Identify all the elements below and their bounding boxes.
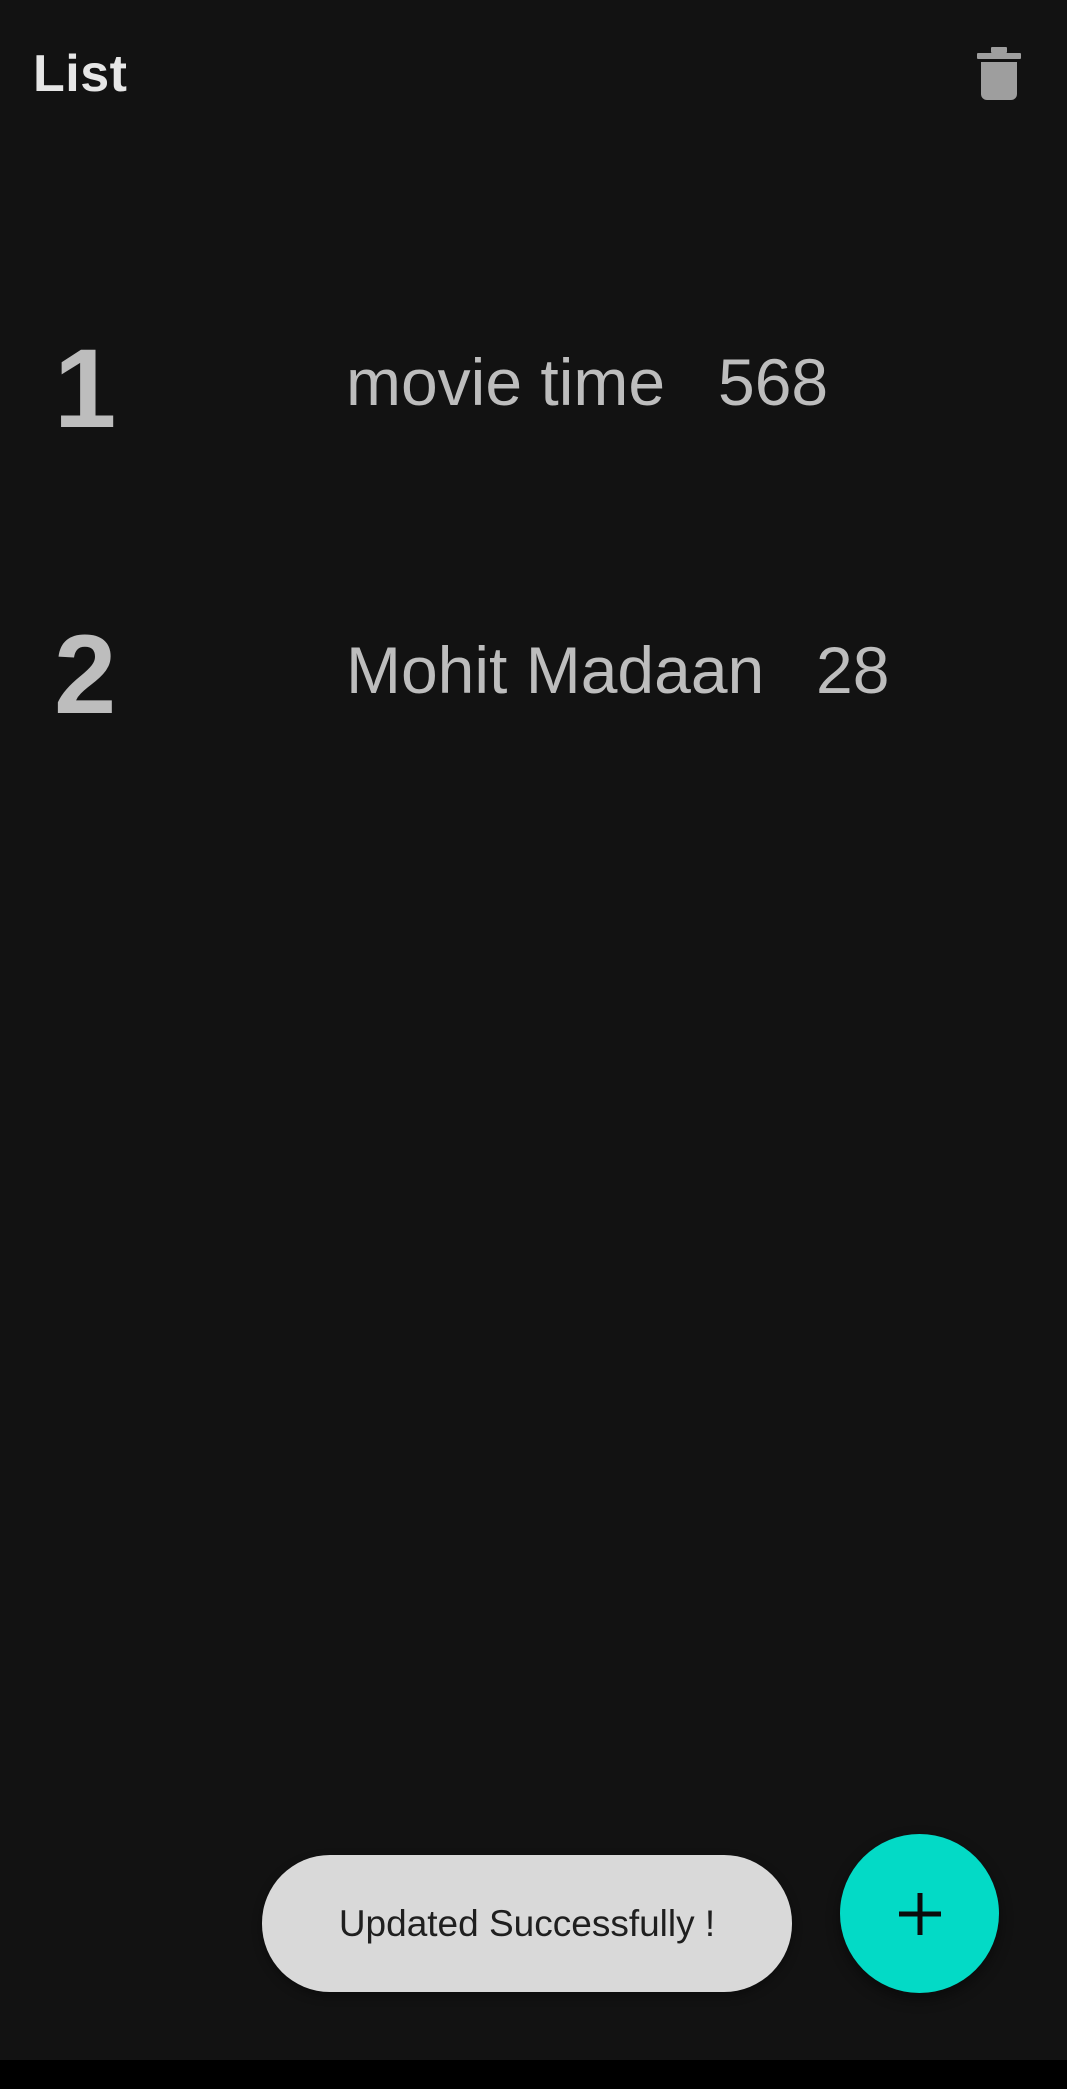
app-bar: List (0, 0, 1067, 150)
list-item[interactable]: 1 movie time 568 (0, 235, 1067, 475)
toast-text: Updated Successfully ! (338, 1902, 716, 1944)
page-title: List (33, 45, 128, 103)
item-value: 28 (816, 633, 890, 707)
trash-icon (977, 47, 1021, 100)
item-name: movie time (346, 345, 666, 419)
item-index: 2 (54, 612, 117, 737)
system-nav-bar (0, 2060, 1067, 2089)
plus-icon (898, 1892, 941, 1935)
item-index: 1 (54, 326, 117, 451)
item-name: Mohit Madaan (346, 633, 765, 707)
add-item-button[interactable] (840, 1834, 999, 1993)
toast-message: Updated Successfully ! (262, 1855, 792, 1992)
list-item[interactable]: 2 Mohit Madaan 28 (0, 523, 1067, 763)
item-value: 568 (718, 345, 829, 419)
app-screen: List 1 movie time 568 2 Mohit Madaan 28 … (0, 0, 1067, 2060)
delete-button[interactable] (962, 36, 1036, 110)
